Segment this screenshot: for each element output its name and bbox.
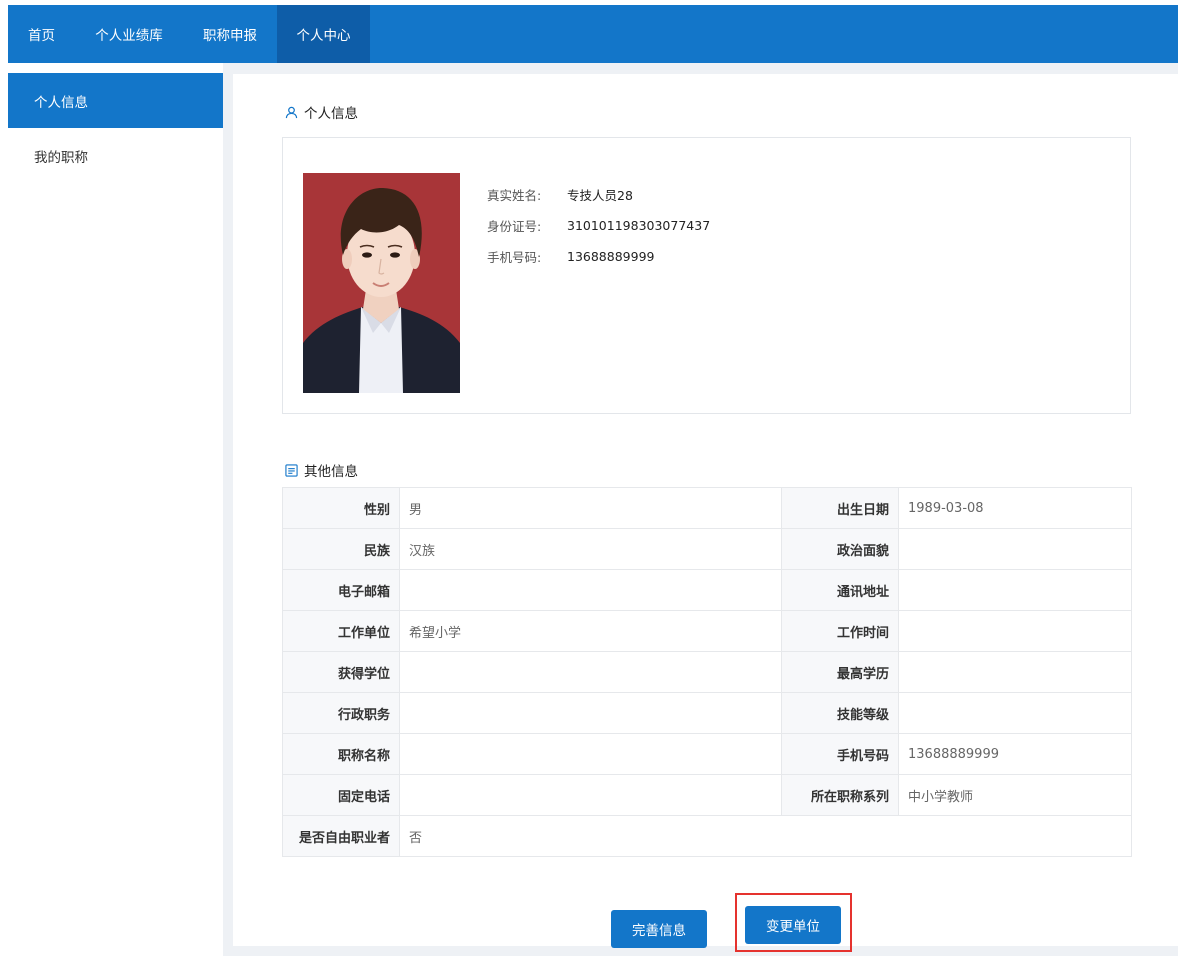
- table-row: 电子邮箱 通讯地址: [282, 569, 1132, 611]
- field-label: 真实姓名:: [487, 187, 542, 203]
- table-key: 所在职称系列: [781, 774, 899, 816]
- table-row: 民族 汉族 政治面貌: [282, 528, 1132, 570]
- field-real-name: 真实姓名: 专技人员28: [487, 183, 710, 205]
- table-key: 固定电话: [282, 774, 400, 816]
- table-value: 13688889999: [898, 733, 1132, 775]
- table-key: 通讯地址: [781, 569, 899, 611]
- table-key: 技能等级: [781, 692, 899, 734]
- other-info-body: 性别 男 出生日期 1989-03-08 民族 汉族 政治面貌 电子邮箱 通讯地…: [282, 487, 1132, 857]
- personal-info-fields: 真实姓名: 专技人员28 身份证号: 310101198303077437 手机…: [487, 183, 710, 276]
- table-key: 最高学历: [781, 651, 899, 693]
- personal-info-heading: 个人信息: [284, 102, 358, 122]
- top-nav: 首页 个人业绩库 职称申报 个人中心: [8, 5, 1178, 63]
- table-value: [399, 692, 782, 734]
- document-icon: [284, 463, 298, 477]
- table-row: 性别 男 出生日期 1989-03-08: [282, 487, 1132, 529]
- table-value: [898, 569, 1132, 611]
- table-value: [898, 692, 1132, 734]
- table-key: 获得学位: [282, 651, 400, 693]
- other-info-table: 性别 男 出生日期 1989-03-08 民族 汉族 政治面貌 电子邮箱 通讯地…: [282, 487, 1132, 857]
- sidebar-item-personal-info[interactable]: 个人信息: [8, 73, 223, 128]
- field-value: 专技人员28: [567, 187, 633, 203]
- table-row: 获得学位 最高学历: [282, 651, 1132, 693]
- table-value: 中小学教师: [898, 774, 1132, 816]
- field-value: 13688889999: [567, 248, 655, 264]
- other-info-heading: 其他信息: [284, 460, 358, 480]
- table-key: 行政职务: [282, 692, 400, 734]
- table-key: 是否自由职业者: [282, 815, 400, 857]
- table-value: [898, 610, 1132, 652]
- table-key: 出生日期: [781, 487, 899, 529]
- table-value: 希望小学: [399, 610, 782, 652]
- nav-personal-center[interactable]: 个人中心: [277, 5, 370, 63]
- sidebar-item-my-titles[interactable]: 我的职称: [8, 128, 223, 183]
- nav-title-application[interactable]: 职称申报: [183, 5, 277, 63]
- nav-performance-library[interactable]: 个人业绩库: [75, 5, 183, 63]
- table-row: 是否自由职业者 否: [282, 815, 1132, 857]
- table-key: 职称名称: [282, 733, 400, 775]
- table-value: [399, 569, 782, 611]
- table-row: 职称名称 手机号码 13688889999: [282, 733, 1132, 775]
- table-key: 工作单位: [282, 610, 400, 652]
- field-value: 310101198303077437: [567, 217, 711, 233]
- complete-info-button[interactable]: 完善信息: [611, 910, 707, 948]
- table-value: [399, 774, 782, 816]
- table-row: 行政职务 技能等级: [282, 692, 1132, 734]
- table-value: [399, 651, 782, 693]
- table-row: 固定电话 所在职称系列 中小学教师: [282, 774, 1132, 816]
- table-key: 工作时间: [781, 610, 899, 652]
- nav-home[interactable]: 首页: [8, 5, 75, 63]
- top-navigation-bar: 首页 个人业绩库 职称申报 个人中心: [8, 5, 1178, 63]
- table-value: 男: [399, 487, 782, 529]
- table-key: 性别: [282, 487, 400, 529]
- table-value: [898, 528, 1132, 570]
- table-key: 手机号码: [781, 733, 899, 775]
- personal-info-title: 个人信息: [304, 106, 358, 122]
- table-key: 电子邮箱: [282, 569, 400, 611]
- highlight-box: [735, 893, 852, 952]
- table-key: 民族: [282, 528, 400, 570]
- profile-photo: [303, 173, 460, 393]
- field-id-number: 身份证号: 310101198303077437: [487, 214, 710, 236]
- field-label: 身份证号:: [487, 218, 542, 234]
- table-value: [898, 651, 1132, 693]
- table-value: [399, 733, 782, 775]
- sidebar: 个人信息 我的职称: [8, 73, 223, 956]
- table-value: 汉族: [399, 528, 782, 570]
- table-value: 1989-03-08: [898, 487, 1132, 529]
- other-info-title: 其他信息: [304, 464, 358, 480]
- user-icon: [284, 105, 298, 119]
- table-row: 工作单位 希望小学 工作时间: [282, 610, 1132, 652]
- table-value: 否: [399, 815, 1132, 857]
- field-label: 手机号码:: [487, 249, 542, 265]
- table-key: 政治面貌: [781, 528, 899, 570]
- personal-info-card: 真实姓名: 专技人员28 身份证号: 310101198303077437 手机…: [282, 137, 1131, 414]
- field-phone: 手机号码: 13688889999: [487, 245, 710, 267]
